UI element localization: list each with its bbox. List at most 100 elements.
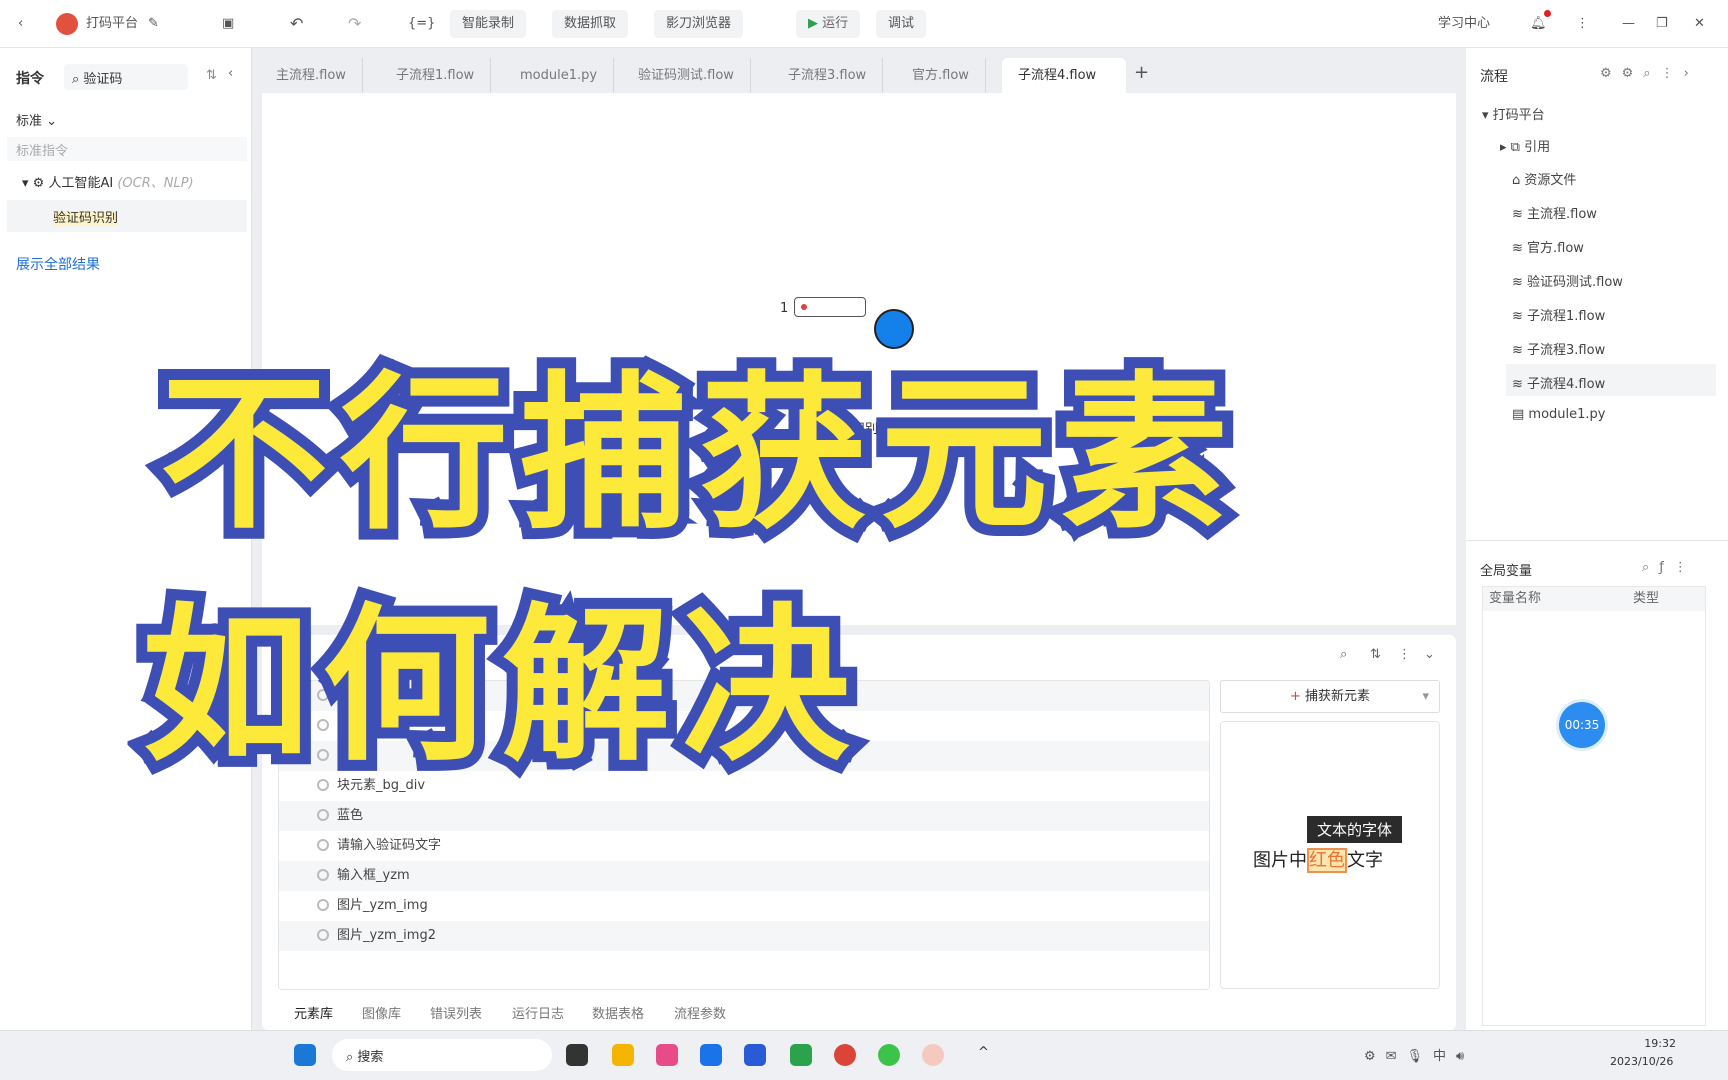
app-icon[interactable]	[790, 1044, 812, 1066]
run-button[interactable]: ▶ 运行	[796, 10, 861, 38]
item-label: 验证码识别	[53, 211, 119, 226]
clock-date[interactable]: 2023/10/26	[1610, 1055, 1673, 1068]
tree-item[interactable]: ≋ 主流程.flow	[1512, 203, 1597, 222]
variables-table: 变量名称 类型	[1482, 586, 1706, 1026]
show-all-link[interactable]: 展示全部结果	[16, 254, 100, 274]
panel-title: 流程	[1480, 69, 1508, 85]
command-item-captcha[interactable]: 验证码识别	[7, 200, 247, 232]
tab-image-library[interactable]: 图像库	[362, 1003, 401, 1022]
undo-icon[interactable]: ↶	[290, 10, 303, 38]
close-icon[interactable]: ✕	[1694, 10, 1705, 38]
play-icon: ▶	[808, 16, 823, 31]
list-item[interactable]: 蓝色	[279, 801, 1209, 831]
learning-center-link[interactable]: 学习中心	[1438, 10, 1490, 38]
system-tray[interactable]: ⚙✉🎙︎中🔊︎	[1364, 1045, 1474, 1064]
tree-root[interactable]: ▾ 打码平台	[1482, 104, 1545, 123]
variables-title: 全局变量	[1480, 564, 1533, 579]
timer-badge[interactable]: 00:35	[1559, 702, 1605, 748]
minimize-icon[interactable]: —	[1622, 10, 1635, 38]
tree-item[interactable]: ▸ ⧉ 引用	[1500, 136, 1550, 155]
browser-button[interactable]: 影刀浏览器	[654, 10, 744, 38]
tree-item-active[interactable]: ≋ 子流程4.flow	[1512, 373, 1605, 392]
overlay-title-line2: 如何解决	[131, 577, 862, 795]
step-number: 1	[780, 301, 789, 316]
add-tab-icon[interactable]: +	[1134, 62, 1149, 83]
tab-data-table[interactable]: 数据表格	[592, 1003, 644, 1022]
tab[interactable]: 官方.flow	[896, 58, 986, 93]
panel-actions[interactable]: ⚙⚙⌕⋮›	[1600, 66, 1699, 81]
maximize-icon[interactable]: ❐	[1656, 10, 1668, 38]
dropdown-icon[interactable]: ▾	[1422, 681, 1429, 712]
app-icon[interactable]	[656, 1044, 678, 1066]
panel-title: 指令	[16, 71, 44, 87]
category-filter[interactable]: 标准指令	[7, 137, 247, 161]
tree-item[interactable]: ≋ 官方.flow	[1512, 237, 1584, 256]
variable-actions[interactable]: ⌕ƒ⋮	[1642, 560, 1697, 575]
capture-element-button[interactable]: + 捕获新元素 ▾	[1220, 680, 1440, 713]
plus-icon: +	[1289, 689, 1305, 704]
item-label: 图片_yzm_img2	[337, 928, 436, 943]
search-icon[interactable]: ⌕	[1340, 647, 1347, 662]
chrome-icon[interactable]	[834, 1044, 856, 1066]
collapse-icon[interactable]: ‹	[228, 66, 233, 81]
tree-item[interactable]: ⌂ 资源文件	[1512, 169, 1576, 188]
more-icon[interactable]: ⋮	[1576, 10, 1589, 38]
search-icon: ⌕	[72, 72, 84, 87]
task-view-icon[interactable]	[566, 1044, 588, 1066]
more-icon[interactable]: ⋮	[1398, 647, 1411, 662]
smart-record-button[interactable]: 智能录制	[450, 10, 527, 38]
tab[interactable]: 主流程.flow	[260, 58, 363, 93]
tab-error-list[interactable]: 错误列表	[430, 1003, 482, 1022]
wechat-icon[interactable]	[878, 1044, 900, 1066]
edit-icon[interactable]: ✎	[148, 10, 159, 38]
debug-button[interactable]: 调试	[876, 10, 927, 38]
taskbar-search[interactable]: ⌕ 搜索	[332, 1039, 552, 1071]
category-dropdown[interactable]: 标准 ⌄	[16, 110, 57, 129]
tab-active[interactable]: 子流程4.flow ✕	[1002, 58, 1126, 118]
data-capture-button[interactable]: 数据抓取	[552, 10, 629, 38]
file-explorer-icon[interactable]	[612, 1044, 634, 1066]
sort-icon[interactable]: ⇅	[1370, 647, 1381, 662]
tree-item[interactable]: ▤ module1.py	[1512, 407, 1606, 422]
run-label: 运行	[822, 16, 849, 31]
tree-group-ai[interactable]: ▾ ⚙ 人工智能AI (OCR、NLP)	[22, 172, 194, 191]
list-item[interactable]: 请输入验证码文字	[279, 831, 1209, 861]
flow-panel: 流程 ⚙⚙⌕⋮› ▾ 打码平台 ▸ ⧉ 引用 ⌂ 资源文件 ≋ 主流程.flow…	[1466, 48, 1728, 1030]
tab[interactable]: module1.py	[504, 58, 615, 93]
list-item[interactable]: 输入框_yzm	[279, 861, 1209, 891]
tab-run-log[interactable]: 运行日志	[512, 1003, 564, 1022]
file-tabs: 主流程.flow 子流程1.flow module1.py 验证码测试.flow…	[252, 48, 1466, 118]
item-label: 请输入验证码文字	[337, 838, 442, 853]
tab-element-library[interactable]: 元素库	[294, 1003, 333, 1022]
flow-node[interactable]	[794, 297, 866, 317]
variable-icon[interactable]: {=}	[408, 10, 435, 38]
collapse-icon[interactable]: ⌄	[1424, 647, 1435, 662]
back-icon[interactable]: ‹	[18, 10, 23, 38]
clock-time[interactable]: 19:32	[1620, 1037, 1676, 1050]
item-label: 输入框_yzm	[337, 868, 410, 883]
search-value: 验证码	[83, 72, 123, 87]
list-item[interactable]: 图片_yzm_img2	[279, 921, 1209, 951]
search-input[interactable]: ⌕ 验证码	[64, 64, 188, 90]
tab[interactable]: 子流程1.flow	[380, 58, 492, 93]
tab[interactable]: 验证码测试.flow	[622, 58, 751, 93]
tree-item[interactable]: ≋ 子流程1.flow	[1512, 305, 1605, 324]
app-icon[interactable]	[700, 1044, 722, 1066]
yingdao-icon[interactable]	[922, 1044, 944, 1066]
tab[interactable]: 子流程3.flow	[772, 58, 884, 93]
windows-start-icon[interactable]	[294, 1044, 316, 1066]
tree-item[interactable]: ≋ 子流程3.flow	[1512, 339, 1605, 358]
bell-icon[interactable]: 🔔︎	[1530, 10, 1551, 38]
tray-expand-icon[interactable]: ^	[978, 1045, 989, 1060]
tab-flow-params[interactable]: 流程参数	[674, 1003, 726, 1022]
app-title[interactable]: 打码平台	[86, 10, 138, 38]
redo-icon[interactable]: ↷	[348, 10, 361, 38]
group-label: 人工智能AI	[48, 176, 114, 191]
save-icon[interactable]: ▣	[222, 10, 234, 38]
app-icon[interactable]	[744, 1044, 766, 1066]
list-item[interactable]: 图片_yzm_img	[279, 891, 1209, 921]
sort-icon[interactable]: ⇅	[206, 68, 217, 83]
tree-item[interactable]: ≋ 验证码测试.flow	[1512, 271, 1623, 290]
category-label: 标准	[16, 114, 43, 129]
overlay-title-line1: 不行捕获元素	[149, 345, 1240, 563]
